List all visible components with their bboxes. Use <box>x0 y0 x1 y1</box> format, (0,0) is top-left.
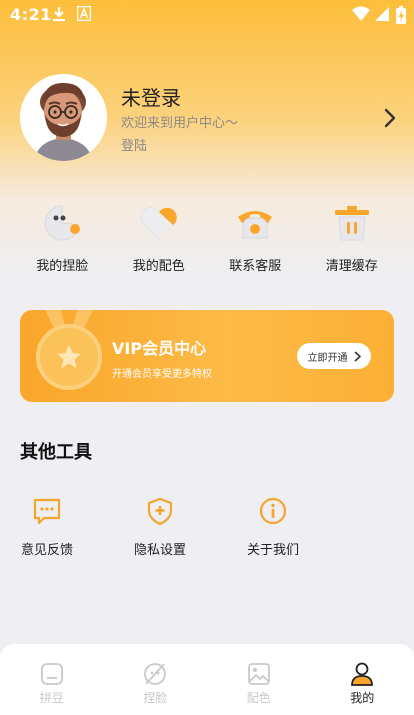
avatar[interactable] <box>20 74 107 161</box>
tool-privacy[interactable]: 隐私设置 <box>120 496 200 558</box>
tool-label: 意见反馈 <box>20 543 73 558</box>
profile-header[interactable]: 未登录 欢迎来到用户中心～ 登陆 <box>20 74 400 162</box>
beads-icon <box>40 663 63 685</box>
tools-grid: 意见反馈 隐私设置 关于我们 <box>0 496 414 558</box>
signal-icon <box>375 7 389 21</box>
heart-palette-icon <box>140 207 177 241</box>
tab-mine[interactable]: 我的 <box>311 644 414 715</box>
tab-face[interactable]: 捏脸 <box>104 644 208 715</box>
image-icon <box>247 663 270 685</box>
quick-action-label: 我的捏脸 <box>36 259 89 274</box>
status-bar: 4:21 <box>0 0 414 30</box>
trash-icon <box>334 206 369 241</box>
phone-icon <box>238 211 273 239</box>
tab-label: 捏脸 <box>143 691 168 705</box>
avatar-illustration <box>20 74 107 161</box>
star-icon <box>57 345 81 368</box>
vip-button-label: 立即开通 <box>307 352 348 364</box>
bottom-tab-bar: 拼豆 捏脸 配色 我的 <box>0 644 414 715</box>
vip-card[interactable]: VIP会员中心 开通会员享受更多特权 立即开通 <box>20 310 394 402</box>
tab-beads[interactable]: 拼豆 <box>0 644 104 715</box>
quick-action-contact-support[interactable]: 联系客服 <box>207 203 304 275</box>
vip-medal <box>36 324 102 390</box>
quick-action-label: 清理缓存 <box>325 259 378 274</box>
tab-palette[interactable]: 配色 <box>207 644 311 715</box>
app-a-icon <box>77 6 91 21</box>
tab-label: 我的 <box>350 691 375 705</box>
tool-label: 隐私设置 <box>133 543 186 558</box>
tool-about[interactable]: 关于我们 <box>233 496 313 558</box>
profile-welcome: 欢迎来到用户中心～ <box>121 116 239 131</box>
tool-feedback[interactable]: 意见反馈 <box>7 496 87 558</box>
chevron-right-icon[interactable] <box>384 108 396 128</box>
vip-subtitle: 开通会员享受更多特权 <box>112 369 212 380</box>
info-icon <box>259 497 287 525</box>
user-icon <box>351 662 374 686</box>
vip-title: VIP会员中心 <box>112 339 207 358</box>
wifi-icon <box>352 6 370 21</box>
tab-label: 配色 <box>246 691 271 705</box>
quick-action-label: 我的配色 <box>132 259 185 274</box>
status-time: 4:21 <box>10 5 52 24</box>
vip-activate-button[interactable]: 立即开通 <box>297 343 371 369</box>
section-title: 其他工具 <box>20 442 92 463</box>
tool-label: 关于我们 <box>246 543 299 558</box>
privacy-shield-icon <box>147 497 173 526</box>
quick-action-clear-cache[interactable]: 清理缓存 <box>304 203 401 275</box>
quick-action-label: 联系客服 <box>229 259 282 274</box>
quick-action-my-palette[interactable]: 我的配色 <box>111 203 208 275</box>
login-link[interactable]: 登陆 <box>121 135 147 154</box>
tab-label: 拼豆 <box>39 691 64 705</box>
battery-icon <box>396 6 406 24</box>
chevron-right-icon <box>353 350 361 362</box>
quick-action-my-face[interactable]: 我的捏脸 <box>14 203 111 275</box>
profile-name: 未登录 <box>121 86 181 110</box>
quick-actions: 我的捏脸 我的配色 联系客服 清理缓存 <box>14 203 400 275</box>
face-pacman-icon <box>44 205 81 241</box>
face-icon <box>144 663 167 685</box>
feedback-icon <box>33 498 61 525</box>
download-icon <box>53 7 65 22</box>
